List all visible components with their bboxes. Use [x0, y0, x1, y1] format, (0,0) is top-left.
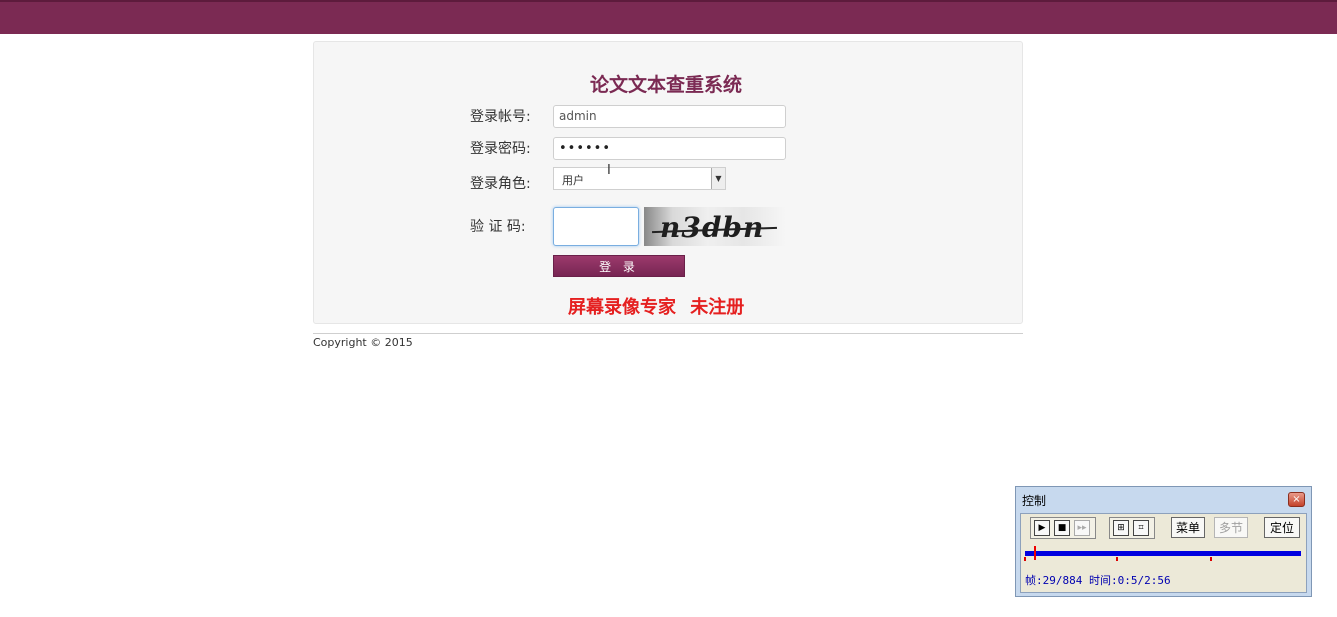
- role-select[interactable]: 用户 ▼: [553, 167, 726, 190]
- locate-button[interactable]: 定位: [1264, 517, 1300, 538]
- text-cursor-icon: I: [607, 163, 611, 178]
- password-label: 登录密码:: [470, 141, 531, 157]
- stop-icon[interactable]: ■: [1054, 520, 1070, 536]
- footer-divider: [313, 333, 1023, 334]
- multi-section-button[interactable]: 多节: [1214, 517, 1248, 538]
- account-input[interactable]: admin: [553, 105, 786, 128]
- account-label: 登录帐号:: [470, 109, 531, 125]
- timeline-tick: [1024, 557, 1026, 561]
- password-input[interactable]: ••••••: [553, 137, 786, 160]
- chevron-down-icon[interactable]: ▼: [711, 168, 725, 189]
- playback-button-group: ▶ ■ ▸▸: [1030, 517, 1096, 539]
- captcha-label: 验 证 码:: [470, 219, 526, 235]
- timeline-position-marker[interactable]: [1034, 546, 1036, 560]
- copyright-text: Copyright © 2015: [313, 336, 413, 349]
- view-button-group: ⊞ ⌗: [1109, 517, 1155, 539]
- captcha-input[interactable]: [553, 207, 639, 246]
- fit-window-icon[interactable]: ⊞: [1113, 520, 1129, 536]
- timeline-bar[interactable]: [1025, 551, 1301, 556]
- fast-forward-icon[interactable]: ▸▸: [1074, 520, 1090, 536]
- close-icon[interactable]: ×: [1288, 492, 1305, 507]
- timeline-tick: [1116, 557, 1118, 561]
- login-button[interactable]: 登 录: [553, 255, 685, 277]
- role-label: 登录角色:: [470, 176, 531, 192]
- role-selected-value: 用户: [562, 174, 584, 187]
- fullscreen-icon[interactable]: ⌗: [1133, 520, 1149, 536]
- top-header-bar: [0, 0, 1337, 34]
- frame-time-status: 帧:29/884 时间:0:5/2:56: [1025, 574, 1171, 587]
- play-icon[interactable]: ▶: [1034, 520, 1050, 536]
- captcha-image[interactable]: n3dbn: [644, 207, 786, 246]
- page-title: 论文文本查重系统: [590, 74, 743, 96]
- menu-button[interactable]: 菜单: [1171, 517, 1205, 538]
- control-body: ▶ ■ ▸▸ ⊞ ⌗ 菜单 多节 定位 帧:29/884 时间:0:5/2:56: [1020, 513, 1307, 593]
- recorder-control-window[interactable]: 控制 × ▶ ■ ▸▸ ⊞ ⌗ 菜单 多节 定位 帧:29/884 时间:0:5…: [1015, 486, 1312, 597]
- timeline-tick: [1210, 557, 1212, 561]
- recorder-watermark: 屏幕录像专家 未注册: [568, 297, 745, 318]
- control-window-title: 控制: [1022, 494, 1047, 508]
